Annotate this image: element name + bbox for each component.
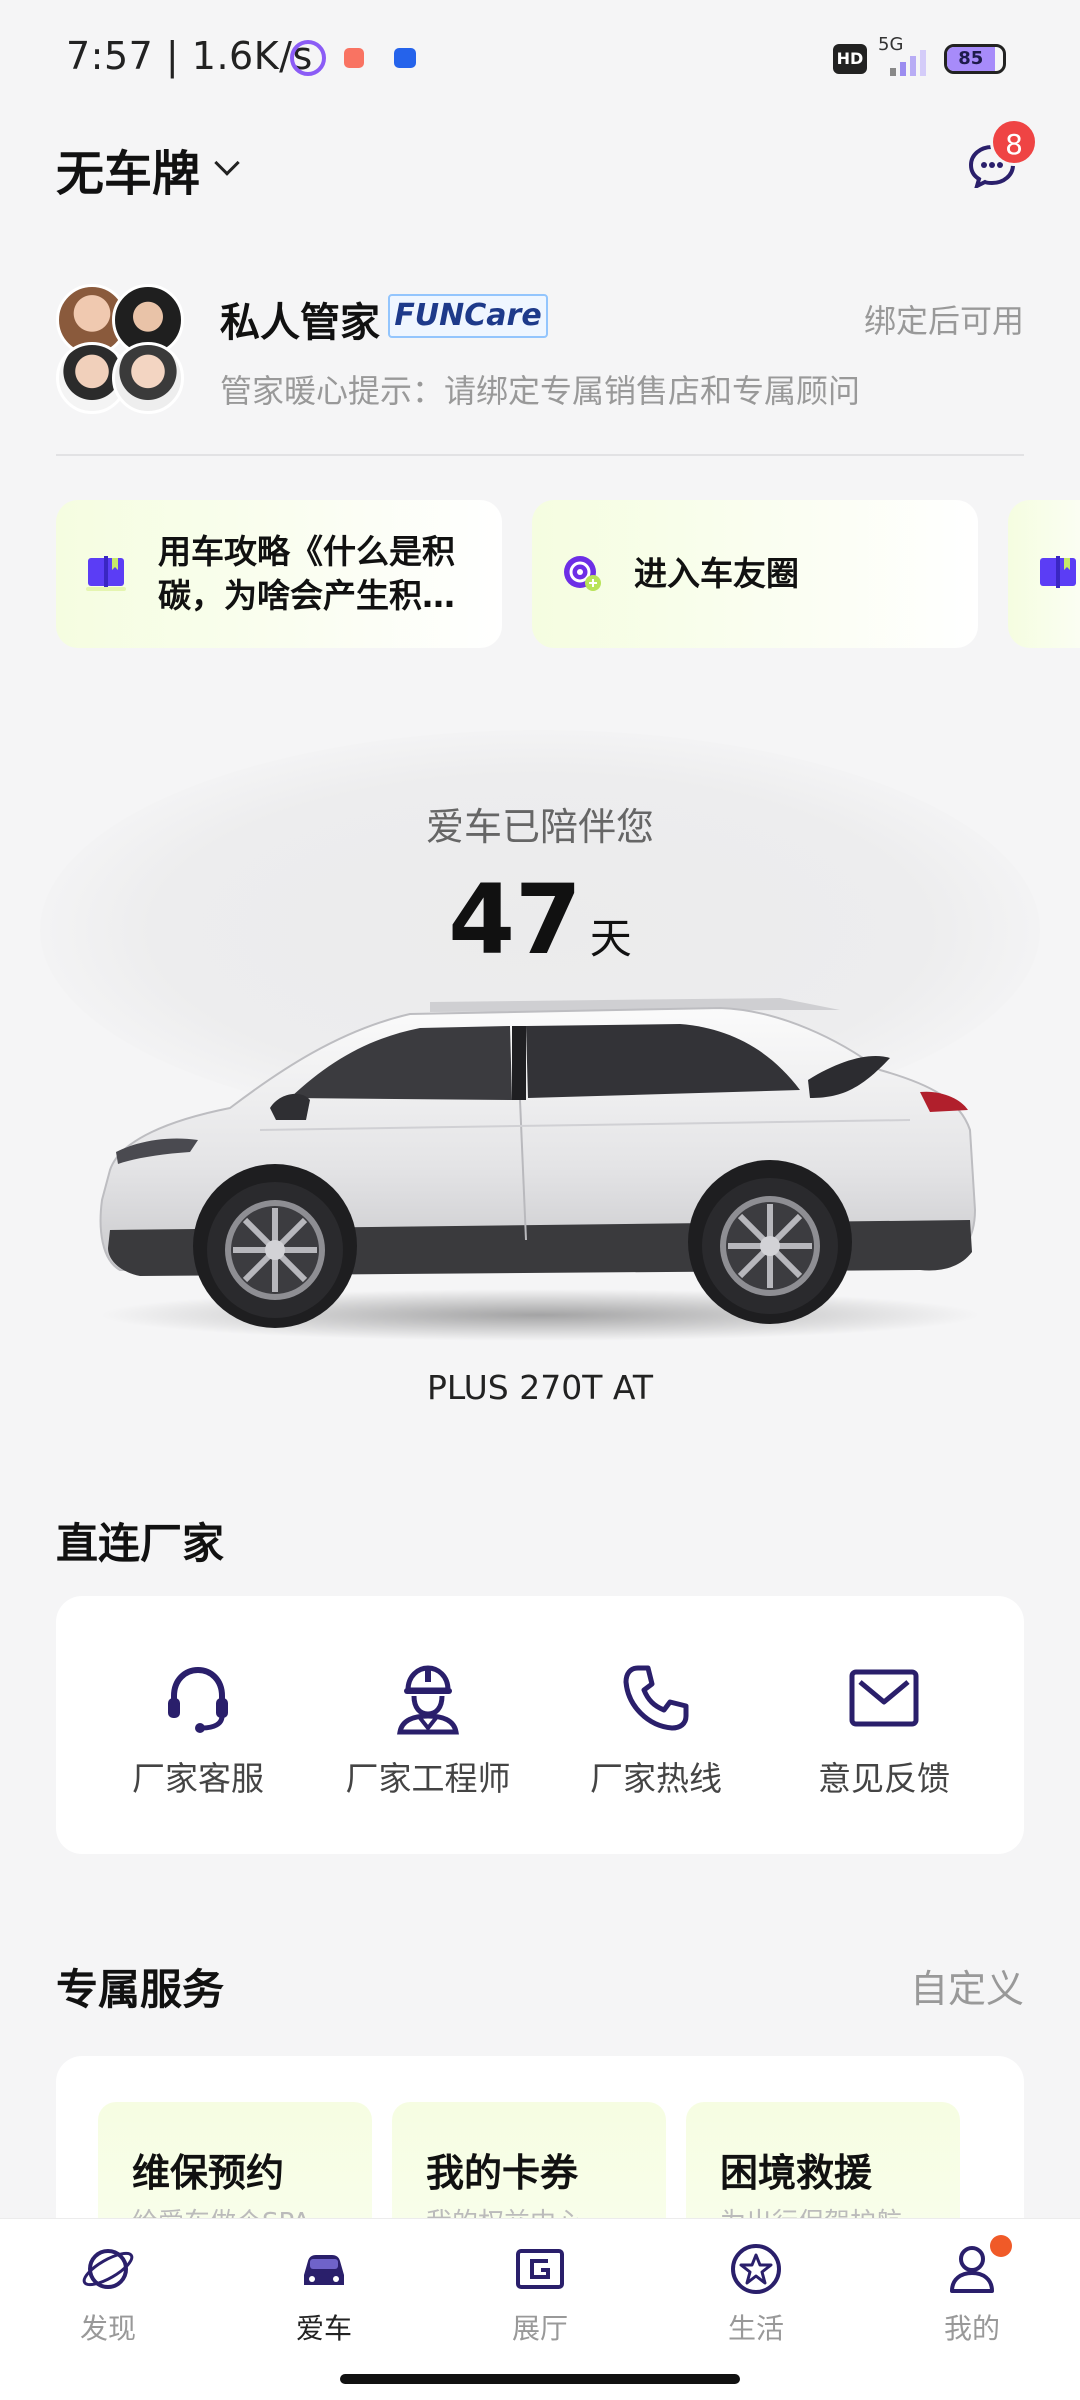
avatar bbox=[112, 342, 184, 414]
nav-life[interactable]: 生活 bbox=[686, 2241, 826, 2347]
quick-card-guide[interactable]: 用车攻略《什么是积碳，为啥会产生积… bbox=[56, 500, 502, 648]
section-title-services: 专属服务 bbox=[56, 1965, 225, 2014]
butler-title: 私人管家 bbox=[220, 300, 380, 346]
accompany-text: 爱车已陪伴您 bbox=[425, 805, 654, 849]
car-model: PLUS 270T AT bbox=[426, 1368, 654, 1407]
battery-icon: 85 bbox=[944, 44, 1006, 74]
notification-dot bbox=[990, 2235, 1012, 2257]
book-icon bbox=[86, 556, 126, 591]
nav-showroom[interactable]: 展厅 bbox=[470, 2241, 610, 2347]
car-icon bbox=[304, 2255, 344, 2285]
nav-label: 生活 bbox=[727, 2312, 784, 2345]
quick-card-more[interactable] bbox=[1008, 500, 1080, 648]
direct-item-label: 厂家热线 bbox=[590, 1759, 722, 1798]
divider bbox=[56, 454, 1024, 456]
message-count-badge: 8 bbox=[990, 118, 1038, 166]
community-add-icon bbox=[564, 556, 601, 591]
bottom-nav: 发现 爱车 展厅 生活 我的 bbox=[0, 2218, 1080, 2358]
funcare-logo: FUNCare bbox=[388, 294, 548, 338]
days-unit: 天 bbox=[589, 914, 632, 963]
headset-icon bbox=[168, 1666, 228, 1733]
plate-selector[interactable]: 无车牌 bbox=[56, 134, 200, 204]
signal-icon bbox=[890, 50, 926, 76]
direct-item-hotline[interactable]: 厂家热线 bbox=[546, 1658, 766, 1800]
butler-status[interactable]: 绑定后可用 bbox=[864, 296, 1024, 342]
quick-card-community[interactable]: 进入车友圈 bbox=[532, 500, 978, 648]
days-number: 47 bbox=[448, 864, 582, 976]
nav-label: 我的 bbox=[943, 2312, 1000, 2345]
quick-card-guide-text: 用车攻略《什么是积碳，为啥会产生积… bbox=[158, 532, 455, 615]
service-title: 我的卡券 bbox=[426, 2151, 579, 2195]
nav-label: 展厅 bbox=[511, 2312, 568, 2345]
battery-level: 85 bbox=[947, 47, 995, 71]
service-title: 维保预约 bbox=[132, 2151, 285, 2195]
direct-item-engineer[interactable]: 厂家工程师 bbox=[318, 1658, 538, 1800]
nav-label: 爱车 bbox=[295, 2312, 352, 2345]
engineer-icon bbox=[397, 1665, 459, 1735]
nav-discover[interactable]: 发现 bbox=[38, 2241, 178, 2347]
car-image[interactable] bbox=[80, 980, 1000, 1350]
quick-card-community-text: 进入车友圈 bbox=[634, 554, 799, 593]
nav-mine[interactable]: 我的 bbox=[902, 2235, 1042, 2347]
showroom-icon bbox=[516, 2249, 564, 2289]
phone-icon bbox=[623, 1665, 689, 1731]
customize-link[interactable]: 自定义 bbox=[910, 1958, 1024, 2013]
direct-card: 厂家客服 厂家工程师 厂家热线 意见反馈 bbox=[56, 1596, 1024, 1854]
direct-item-service[interactable]: 厂家客服 bbox=[88, 1658, 308, 1800]
butler-avatars bbox=[56, 284, 186, 414]
chevron-down-icon[interactable] bbox=[214, 150, 240, 176]
direct-item-label: 厂家客服 bbox=[132, 1759, 264, 1798]
service-title: 困境救援 bbox=[720, 2151, 873, 2195]
accompany-days: 47 天 bbox=[0, 864, 1080, 976]
alarm-icon bbox=[290, 40, 326, 76]
direct-item-label: 意见反馈 bbox=[818, 1759, 950, 1798]
butler-tip: 管家暖心提示：请绑定专属销售店和专属顾问 bbox=[220, 372, 861, 410]
direct-item-label: 厂家工程师 bbox=[345, 1759, 511, 1798]
nav-label: 发现 bbox=[79, 2312, 136, 2345]
app-notification-icon bbox=[394, 48, 416, 68]
section-title-direct: 直连厂家 bbox=[56, 1519, 225, 1568]
planet-icon bbox=[82, 2249, 134, 2289]
status-time: 7:57 | 1.6K/s bbox=[66, 34, 313, 78]
app-notification-icon bbox=[344, 48, 364, 68]
mail-icon bbox=[849, 1669, 919, 1727]
direct-item-feedback[interactable]: 意见反馈 bbox=[774, 1658, 994, 1800]
home-indicator[interactable] bbox=[340, 2374, 740, 2384]
book-icon bbox=[1040, 556, 1076, 588]
hd-badge: HD bbox=[833, 44, 867, 74]
life-star-icon bbox=[731, 2244, 781, 2294]
nav-car[interactable]: 爱车 bbox=[254, 2241, 394, 2347]
